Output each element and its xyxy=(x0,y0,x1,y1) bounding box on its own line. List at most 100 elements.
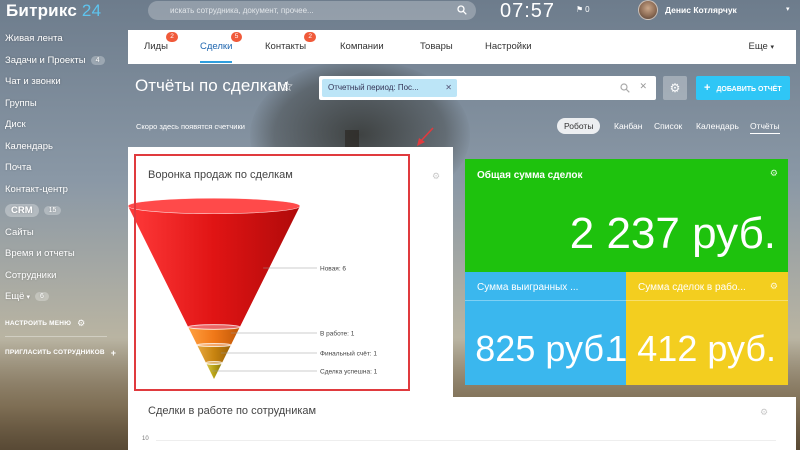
deals-by-employees-title: Сделки в работе по сотрудникам xyxy=(148,405,317,417)
sidebar-item-chat[interactable]: Чат и звонки xyxy=(0,71,120,93)
gear-icon: ⚙ xyxy=(77,318,86,328)
filter-chip-label: Отчетный период: Пос... xyxy=(328,83,419,92)
tab-leads[interactable]: Лиды 2 xyxy=(144,32,178,63)
gear-icon[interactable]: ⚙ xyxy=(770,281,778,292)
view-label: Роботы xyxy=(564,121,594,131)
search-icon[interactable] xyxy=(457,5,467,15)
gear-icon: ⚙ xyxy=(669,81,681,95)
left-sidebar: Живая лента Задачи и Проекты 4 Чат и звон… xyxy=(0,28,120,363)
sidebar-item-label: Живая лента xyxy=(5,33,63,45)
view-list[interactable]: Список xyxy=(654,118,682,134)
tab-counter: 5 xyxy=(230,32,243,42)
tab-counter: 2 xyxy=(166,32,178,42)
sidebar-item-time-reports[interactable]: Время и отчеты xyxy=(0,243,120,265)
sidebar-item-mail[interactable]: Почта xyxy=(0,157,120,179)
sidebar-item-crm[interactable]: CRM 15 xyxy=(0,200,120,222)
logo-accent: 24 xyxy=(81,1,102,20)
sidebar-item-label: Сайты xyxy=(5,226,34,238)
sidebar-item-employees[interactable]: Сотрудники xyxy=(0,265,120,287)
total-sum-title: Общая сумма сделок xyxy=(477,170,583,181)
tab-settings[interactable]: Настройки xyxy=(485,41,532,63)
logo[interactable]: Битрикс 24 xyxy=(6,1,101,21)
sidebar-item-label: Время и отчеты xyxy=(5,248,75,260)
avatar[interactable] xyxy=(638,0,658,20)
view-label: Канбан xyxy=(614,121,643,131)
sidebar-item-label: Календарь xyxy=(5,140,53,152)
page-title: Отчёты по сделкам xyxy=(135,76,289,95)
sidebar-item-feed[interactable]: Живая лента xyxy=(0,28,120,50)
in-work-sum-value: 1 412 руб. xyxy=(607,328,776,369)
sidebar-item-more[interactable]: Ещё ▾ 6 xyxy=(0,286,120,308)
settings-button[interactable]: ⚙ xyxy=(663,76,687,100)
sidebar-badge: 6 xyxy=(34,292,49,302)
view-reports[interactable]: Отчёты xyxy=(750,118,780,134)
axis-tick-label: 10 xyxy=(142,436,149,442)
total-sum-value: 2 237 руб. xyxy=(569,209,776,258)
sidebar-item-label: Чат и звонки xyxy=(5,76,61,88)
in-work-sum-title: Сумма сделок в рабо... xyxy=(638,282,746,293)
view-switcher: Роботы Канбан Список Календарь Отчёты xyxy=(0,118,800,134)
tab-contacts[interactable]: Контакты 2 xyxy=(265,32,317,63)
chevron-down-icon[interactable]: ▾ xyxy=(786,5,790,13)
add-report-label: ДОБАВИТЬ ОТЧЁТ xyxy=(716,86,782,93)
user-name[interactable]: Денис Котлярчук xyxy=(665,5,737,15)
clock[interactable]: 07:57 xyxy=(500,0,555,23)
sidebar-item-label: Задачи и Проекты xyxy=(5,54,86,66)
flag-icon: ⚑ xyxy=(576,5,584,14)
won-sum-title: Сумма выигранных ... xyxy=(477,282,579,293)
chevron-down-icon: ▾ xyxy=(770,44,774,51)
won-sum-card: Сумма выигранных ... 825 руб. xyxy=(465,272,626,385)
view-robots[interactable]: Роботы xyxy=(557,118,601,134)
add-report-button[interactable]: + ДОБАВИТЬ ОТЧЁТ xyxy=(696,76,790,100)
view-label: Отчёты xyxy=(750,121,780,131)
filter-field[interactable]: Отчетный период: Пос... ✕ ✕ xyxy=(319,76,656,100)
invite-employees-button[interactable]: ПРИГЛАСИТЬ СОТРУДНИКОВ + xyxy=(0,343,120,363)
view-label: Календарь xyxy=(696,121,739,131)
filter-chip[interactable]: Отчетный период: Пос... ✕ xyxy=(322,79,457,97)
configure-menu-button[interactable]: НАСТРОИТЬ МЕНЮ ⚙ xyxy=(0,314,120,334)
sidebar-item-sites[interactable]: Сайты xyxy=(0,222,120,244)
tab-more[interactable]: Еще ▾ xyxy=(749,41,775,52)
gear-icon[interactable]: ⚙ xyxy=(760,407,768,418)
notifications-count: 0 xyxy=(585,5,590,14)
sidebar-badge: 4 xyxy=(90,55,105,65)
notifications-counter[interactable]: ⚑ 0 xyxy=(576,5,590,14)
close-icon[interactable]: ✕ xyxy=(445,79,452,97)
sidebar-item-calendar[interactable]: Календарь xyxy=(0,136,120,158)
search-input[interactable] xyxy=(170,1,450,20)
star-icon[interactable]: ☆ xyxy=(281,78,294,95)
tab-deals[interactable]: Сделки 5 xyxy=(200,32,243,63)
total-sum-card: Общая сумма сделок ⚙ 2 237 руб. xyxy=(465,159,788,272)
configure-menu-label: НАСТРОИТЬ МЕНЮ xyxy=(5,320,72,327)
tab-products[interactable]: Товары xyxy=(420,41,453,63)
sidebar-item-label: Почта xyxy=(5,162,32,174)
tab-label: Сделки xyxy=(200,41,233,52)
tab-counter: 2 xyxy=(304,32,317,42)
clear-icon[interactable]: ✕ xyxy=(639,81,647,92)
annotation-arrow xyxy=(417,127,434,146)
tab-label: Настройки xyxy=(485,41,532,52)
invite-label: ПРИГЛАСИТЬ СОТРУДНИКОВ xyxy=(5,349,105,356)
view-kanban[interactable]: Канбан xyxy=(614,118,642,134)
sidebar-item-tasks[interactable]: Задачи и Проекты 4 xyxy=(0,50,120,72)
tab-label: Товары xyxy=(420,41,453,52)
tab-label: Контакты xyxy=(265,41,307,52)
global-search xyxy=(148,1,476,20)
axis-line xyxy=(156,440,776,441)
top-header: Битрикс 24 07:57 ⚑0 Денис Котлярчук ▾ xyxy=(0,0,800,26)
plus-icon: + xyxy=(110,347,117,358)
sidebar-item-groups[interactable]: Группы xyxy=(0,93,120,115)
logo-text: Битрикс xyxy=(6,1,77,20)
stat-divider xyxy=(465,300,788,301)
sidebar-item-label: Сотрудники xyxy=(5,269,57,281)
tab-more-label: Еще xyxy=(748,41,768,52)
view-label: Список xyxy=(654,121,683,131)
gear-icon[interactable]: ⚙ xyxy=(770,168,778,179)
tab-companies[interactable]: Компании xyxy=(340,41,384,63)
deals-by-employees-card: Сделки в работе по сотрудникам ⚙ 10 xyxy=(128,397,796,450)
sidebar-item-label: Ещё xyxy=(5,291,25,303)
plus-icon: + xyxy=(704,82,711,94)
view-calendar[interactable]: Календарь xyxy=(696,118,739,134)
search-icon[interactable] xyxy=(620,83,630,93)
sidebar-item-contact-center[interactable]: Контакт-центр xyxy=(0,179,120,201)
